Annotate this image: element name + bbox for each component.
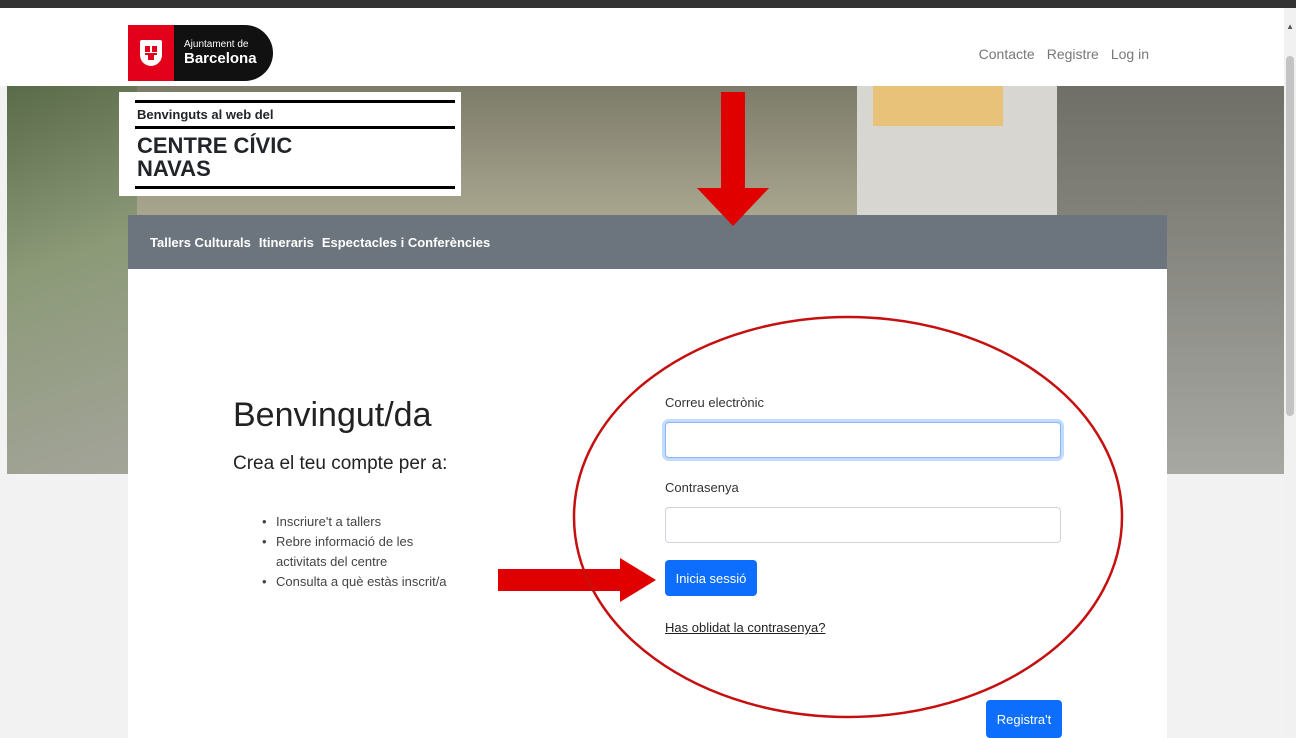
barcelona-logo[interactable]: Ajuntament de Barcelona	[128, 25, 273, 81]
login-button[interactable]: Inicia sessió	[665, 560, 757, 596]
banner-rule-middle	[135, 126, 455, 129]
scrollbar-thumb[interactable]	[1286, 56, 1294, 416]
banner-welcome: Benvinguts al web del	[137, 107, 274, 122]
welcome-title: Benvingut/da	[233, 396, 432, 434]
menu-item-espectacles[interactable]: Espectacles i Conferències	[322, 235, 490, 250]
scrollbar[interactable]: ▲	[1284, 8, 1296, 738]
list-item: Consulta a què estàs inscrit/a	[262, 572, 462, 592]
logo-line-2: Barcelona	[184, 50, 257, 67]
forgot-password-link[interactable]: Has oblidat la contrasenya?	[665, 620, 825, 635]
top-nav: Contacte Registre Log in	[979, 46, 1149, 62]
nav-link-contacte[interactable]: Contacte	[979, 46, 1035, 62]
list-item: Rebre informació de les activitats del c…	[262, 532, 462, 572]
logo-text: Ajuntament de Barcelona	[184, 39, 257, 67]
password-input[interactable]	[665, 507, 1061, 543]
list-item: Inscriure't a tallers	[262, 512, 462, 532]
hero-sign	[873, 86, 1003, 126]
email-input[interactable]	[665, 422, 1061, 458]
banner-title-line-2: NAVAS	[137, 156, 211, 182]
banner-rule-top	[135, 100, 455, 103]
nav-link-registre[interactable]: Registre	[1047, 46, 1099, 62]
logo-line-1: Ajuntament de	[184, 39, 249, 50]
welcome-subtitle: Crea el teu compte per a:	[233, 453, 448, 474]
banner-rule-bottom	[135, 186, 455, 189]
top-bar: Ajuntament de Barcelona Contacte Registr…	[0, 8, 1284, 86]
menu-item-tallers[interactable]: Tallers Culturals	[150, 235, 251, 250]
main-menu: Tallers Culturals Itineraris Espectacles…	[128, 215, 1167, 269]
hero-trees	[7, 86, 137, 474]
content-card	[128, 269, 1167, 738]
banner-title: CENTRE CÍVIC NAVAS	[137, 134, 292, 180]
centre-banner: Benvinguts al web del CENTRE CÍVIC NAVAS	[119, 92, 461, 196]
nav-link-login[interactable]: Log in	[1111, 46, 1149, 62]
banner-title-line-1: CENTRE CÍVIC	[137, 133, 293, 158]
menu-item-itineraris[interactable]: Itineraris	[259, 235, 314, 250]
password-label: Contrasenya	[665, 480, 739, 495]
shield-icon	[140, 40, 162, 66]
email-label: Correu electrònic	[665, 395, 764, 410]
logo-emblem	[128, 25, 174, 81]
register-button[interactable]: Registra't	[986, 700, 1062, 738]
scroll-up-arrow-icon[interactable]: ▲	[1286, 22, 1294, 31]
benefits-list: Inscriure't a tallers Rebre informació d…	[262, 512, 462, 592]
top-strip	[0, 0, 1296, 8]
